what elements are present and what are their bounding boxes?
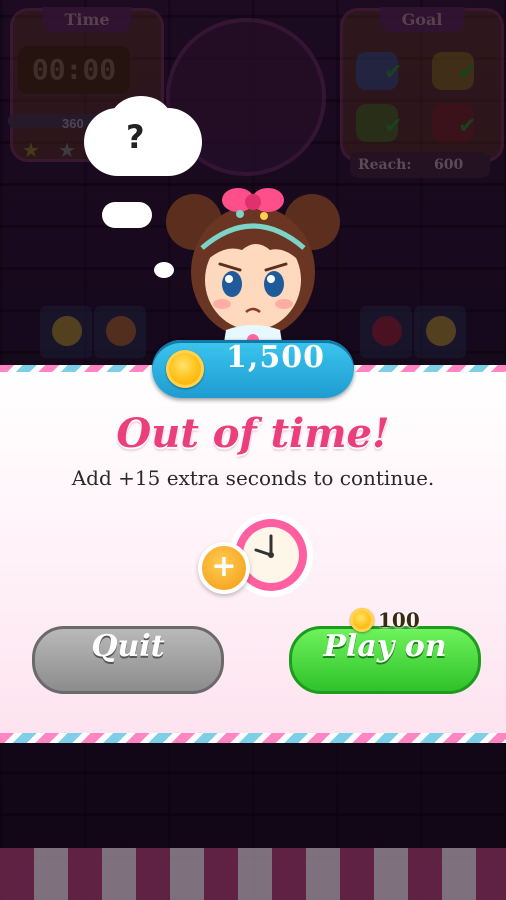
play-on-cost-value: 100 [378, 608, 420, 632]
extra-time-graphic: + [186, 510, 316, 600]
play-on-cost: 100 [350, 606, 430, 636]
dialog-title: Out of time! [116, 410, 390, 457]
coin-icon [350, 608, 374, 632]
sad-girl-character [166, 188, 340, 355]
coin-balance-pill-front: 1,500 [152, 340, 354, 398]
dialog-bottom-stripe [0, 733, 506, 743]
quit-button[interactable]: Quit [32, 626, 224, 694]
coin-balance: 1,500 [226, 340, 325, 375]
dialog-message: Add +15 extra seconds to continue. [71, 466, 435, 490]
coin-icon [166, 350, 204, 388]
play-on-button[interactable]: Play on [289, 626, 481, 694]
bottom-awning [0, 848, 506, 900]
plus-icon: + [198, 542, 250, 594]
thought-cloud-small [102, 202, 152, 228]
question-icon: ? [126, 118, 145, 156]
